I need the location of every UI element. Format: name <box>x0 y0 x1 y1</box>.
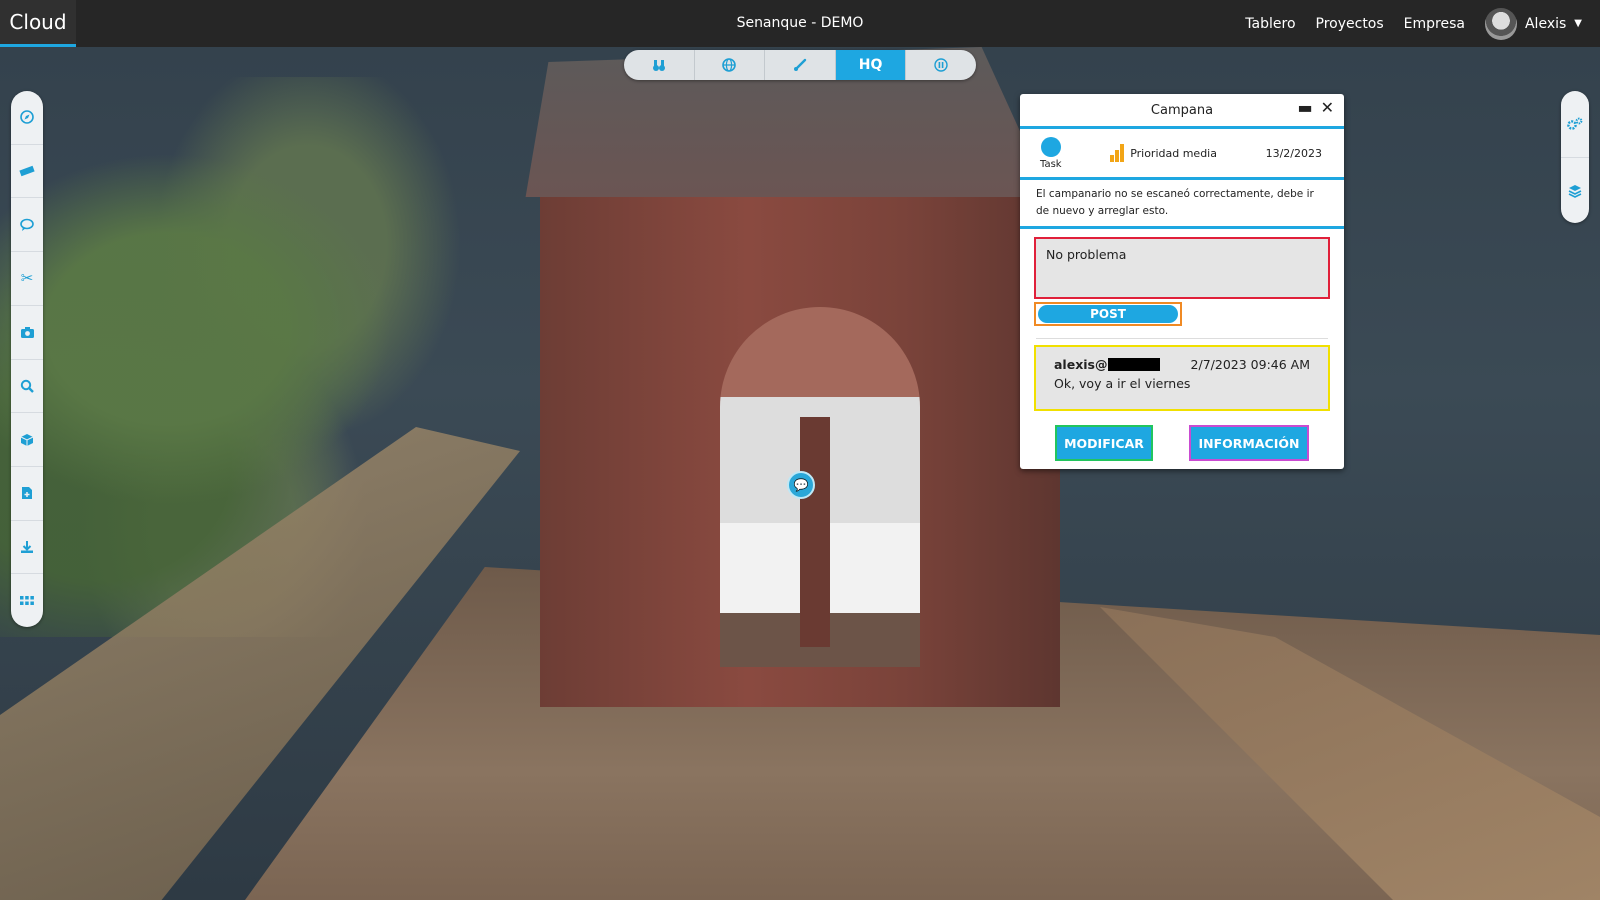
issue-type: Task <box>1040 136 1062 170</box>
chevron-down-icon: ▼ <box>1574 18 1582 29</box>
post-button-frame: POST <box>1034 302 1182 326</box>
comment-text: Ok, voy a ir el viernes <box>1054 376 1191 391</box>
comment-icon[interactable] <box>11 198 43 253</box>
view-toolbar: HQ <box>624 50 976 80</box>
left-tool-rail: ✂ <box>11 91 43 627</box>
user-name: Alexis <box>1524 15 1567 32</box>
reply-input[interactable]: No problema <box>1034 237 1330 299</box>
globe-icon[interactable] <box>695 50 766 80</box>
comment-author-text: alexis@ <box>1054 357 1108 372</box>
info-button[interactable]: INFORMACIÓN <box>1189 425 1309 461</box>
brush-icon[interactable] <box>765 50 836 80</box>
grid-icon[interactable] <box>11 574 43 627</box>
issue-actions: MODIFICAR INFORMACIÓN <box>1020 425 1344 461</box>
hq-toggle[interactable]: HQ <box>835 50 907 80</box>
point-cloud-viewport[interactable]: 💬 <box>0 47 1600 900</box>
issue-type-label: Task <box>1040 158 1062 170</box>
priority-indicator: Prioridad media <box>1110 144 1217 162</box>
settings-icon[interactable] <box>1561 91 1589 157</box>
divider <box>1036 338 1328 339</box>
issue-panel-header: Campana ▬ ✕ <box>1020 94 1344 129</box>
top-bar: Cloud Senanque - DEMO Tablero Proyectos … <box>0 0 1600 47</box>
user-menu[interactable]: Alexis ▼ <box>1484 7 1582 40</box>
brand-logo[interactable]: Cloud <box>0 0 76 47</box>
comment-item: alexis@ 2/7/2023 09:46 AM Ok, voy a ir e… <box>1034 345 1330 411</box>
binoculars-icon[interactable] <box>624 50 695 80</box>
avatar <box>1484 7 1517 40</box>
camera-icon[interactable] <box>11 306 43 360</box>
right-tool-rail <box>1561 91 1589 223</box>
compass-icon[interactable] <box>11 91 43 145</box>
scene-pillar <box>800 417 830 647</box>
modify-button[interactable]: MODIFICAR <box>1055 425 1153 461</box>
issue-panel: Campana ▬ ✕ Task Prioridad media 13/2/20… <box>1020 94 1344 469</box>
scissors-icon[interactable]: ✂ <box>11 252 43 306</box>
top-nav: Tablero Proyectos Empresa Alexis ▼ <box>1245 0 1582 47</box>
issue-date: 13/2/2023 <box>1265 146 1322 160</box>
nav-proyectos[interactable]: Proyectos <box>1316 16 1384 32</box>
priority-label: Prioridad media <box>1130 146 1217 160</box>
issue-title: Campana <box>1150 102 1214 118</box>
cube-icon[interactable] <box>11 413 43 467</box>
download-icon[interactable] <box>11 521 43 575</box>
ruler-icon[interactable] <box>11 145 43 199</box>
layers-icon[interactable] <box>1561 157 1589 224</box>
search-icon[interactable] <box>11 360 43 414</box>
comment-timestamp: 2/7/2023 09:46 AM <box>1190 357 1310 372</box>
pause-icon[interactable] <box>906 50 976 80</box>
post-button[interactable]: POST <box>1038 305 1178 323</box>
file-add-icon[interactable] <box>11 467 43 521</box>
redacted-email <box>1107 358 1160 371</box>
priority-bars-icon <box>1110 144 1125 162</box>
task-status-icon <box>1040 136 1061 157</box>
minimize-icon[interactable]: ▬ <box>1297 98 1312 117</box>
nav-tablero[interactable]: Tablero <box>1245 16 1295 32</box>
close-icon[interactable]: ✕ <box>1321 98 1334 117</box>
issue-meta: Task Prioridad media 13/2/2023 <box>1020 129 1344 180</box>
issue-description: El campanario no se escaneó correctament… <box>1020 180 1344 229</box>
nav-empresa[interactable]: Empresa <box>1404 16 1465 32</box>
comment-author: alexis@ <box>1054 357 1160 372</box>
issue-marker-icon[interactable]: 💬 <box>787 471 815 499</box>
